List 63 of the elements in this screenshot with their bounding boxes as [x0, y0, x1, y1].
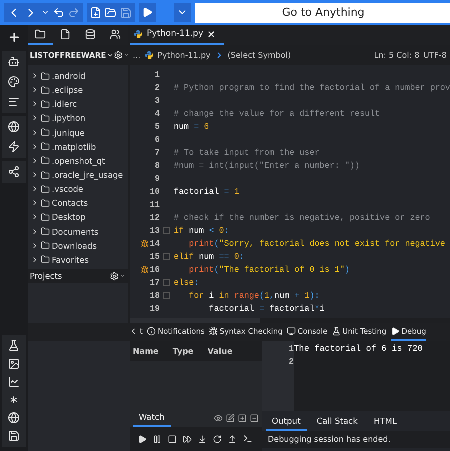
status-message: Debugging session has ended.: [262, 431, 450, 448]
line-number: 7: [154, 148, 160, 158]
line-number: 12: [150, 212, 160, 222]
line-number: 8: [154, 160, 160, 170]
line-number: 17: [150, 278, 160, 288]
line-number: 16: [150, 264, 160, 274]
cursor-position[interactable]: Ln: 5 Col: 8: [374, 50, 420, 60]
code-line: factorial = factorial*i: [208, 304, 325, 314]
code-line: #num = int(input("Enter a number: ")): [174, 160, 360, 170]
code-line: num = 6: [174, 122, 210, 132]
tree-item[interactable]: .idlerc: [28, 97, 128, 112]
encoding-selector[interactable]: UTF-8: [424, 50, 447, 60]
tree-item[interactable]: .android: [28, 69, 128, 84]
code-line: # To take input from the user: [174, 148, 320, 158]
breadcrumb-ellipsis[interactable]: ...: [133, 50, 141, 60]
line-number: 13: [150, 226, 160, 236]
line-number: 19: [150, 304, 160, 314]
tree-item[interactable]: .ipython: [28, 111, 128, 126]
line-number: 14: [150, 238, 160, 248]
tree-item[interactable]: .junique: [28, 126, 128, 140]
projects-title: Projects: [30, 271, 62, 281]
output-tab[interactable]: Call Stack: [310, 416, 364, 431]
search-field[interactable]: Go to Anything: [195, 2, 450, 22]
code-line: elif num == 0:: [174, 252, 244, 262]
tree-item[interactable]: .openshot_qt: [28, 154, 128, 168]
line-number: 1: [154, 70, 160, 80]
tree-item[interactable]: Downloads: [28, 238, 128, 253]
tree-item[interactable]: Favorites: [28, 252, 128, 267]
line-number: 3: [154, 96, 160, 106]
column-header: Type: [172, 346, 194, 356]
line-number: 4: [154, 108, 160, 118]
tree-item[interactable]: .oracle_jre_usage: [28, 168, 128, 182]
symbol-selector[interactable]: (Select Symbol): [228, 50, 292, 60]
line-number: 5: [154, 122, 160, 132]
output-tab[interactable]: HTML: [368, 416, 404, 431]
code-line: # check if the number is negative, positive or zero: [174, 212, 430, 222]
line-number: 18: [150, 290, 160, 300]
line-number: 15: [150, 252, 160, 262]
column-header: Value: [208, 346, 233, 356]
line-number: 2: [154, 82, 160, 92]
tree-item[interactable]: .vscode: [28, 182, 128, 196]
code-line: print("Sorry, factorial does not exist for negative: [188, 238, 446, 248]
line-number: 9: [154, 174, 160, 184]
tree-item[interactable]: Contacts: [28, 196, 128, 210]
code-line: factorial = 1: [174, 186, 240, 196]
line-number: 10: [150, 186, 160, 196]
line-number: 6: [154, 134, 160, 144]
tree-item[interactable]: .eclipse: [28, 83, 128, 98]
code-line: else:: [174, 278, 200, 288]
code-line: for i in range(1,num + 1):: [188, 290, 320, 300]
line-number: 11: [150, 200, 160, 210]
line-number: 1: [288, 344, 294, 356]
tree-item[interactable]: .matplotlib: [28, 140, 128, 154]
output-line: The factorial of 6 is 720: [294, 344, 424, 356]
code-line: # Python program to find the factorial of a number prov: [174, 82, 450, 92]
column-header: Name: [133, 346, 159, 356]
line-number: 2: [288, 357, 294, 369]
code-line: # change the value for a different result: [174, 108, 380, 118]
code-line: print("The factorial of 0 is 1"): [188, 264, 350, 274]
code-line: if num < 0:: [174, 226, 230, 236]
breadcrumb-file[interactable]: Python-11.py: [158, 50, 211, 60]
tree-item[interactable]: Desktop: [28, 210, 128, 225]
tree-item[interactable]: Documents: [28, 224, 128, 239]
